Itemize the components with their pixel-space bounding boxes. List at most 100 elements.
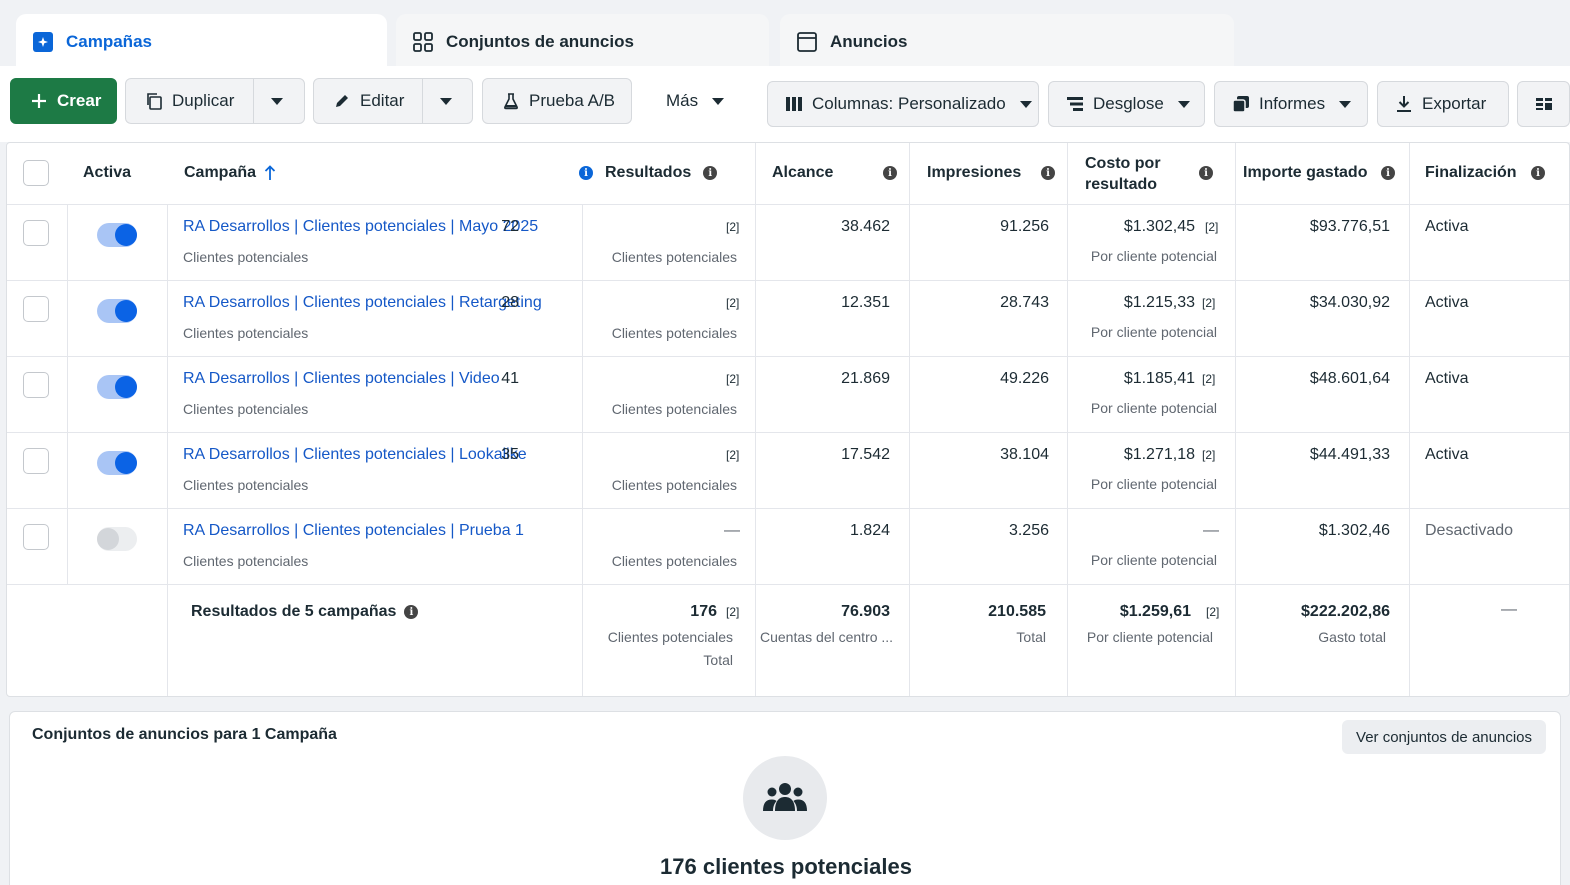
campaign-name-link[interactable]: RA Desarrollos | Clientes potenciales | … [183,522,524,540]
totals-spent: $222.202,86 [1301,603,1390,620]
impressions-value: 3.256 [1008,522,1049,539]
campaign-objective: Clientes potenciales [183,553,309,569]
chevron-down-icon [1339,100,1352,108]
status-text: Activa [1425,294,1469,311]
campaign-name-link[interactable]: RA Desarrollos | Clientes potenciales | … [183,370,500,388]
header-active[interactable]: Activa [83,164,131,182]
info-icon[interactable]: i [1531,166,1545,180]
edit-button[interactable]: Editar [313,78,473,124]
header-reach[interactable]: Alcance [772,164,833,182]
row-checkbox[interactable] [23,524,49,550]
duplicate-button[interactable]: Duplicar [125,78,305,124]
reports-label: Informes [1259,94,1326,113]
breakdown-label: Desglose [1093,94,1164,113]
campaign-name-link[interactable]: RA Desarrollos | Clientes potenciales | … [183,218,538,236]
totals-results-sub1: Clientes potenciales [607,629,733,645]
row-checkbox[interactable] [23,372,49,398]
header-cost-per-result[interactable]: Costo por resultado [1085,153,1161,195]
more-dropdown[interactable]: Más [646,78,736,124]
select-all-checkbox[interactable] [23,160,49,186]
cost-note: [2] [1202,296,1216,310]
tab-ads[interactable]: Anuncios [780,14,1234,70]
toggle-knob [115,452,137,474]
results-value: 72 [501,218,519,235]
status-text: Activa [1425,218,1469,235]
toggle-knob [115,224,137,246]
download-icon [1394,94,1414,114]
totals-results: 176 [690,603,717,620]
chevron-down-icon[interactable] [271,98,283,105]
chevron-down-icon[interactable] [440,98,452,105]
col-divider [1067,143,1068,696]
reach-value: 21.869 [841,370,890,387]
spent-value: $48.601,64 [1309,370,1390,387]
info-icon[interactable]: i [703,166,718,180]
totals-label: Resultados de 5 campañas i [191,603,419,621]
cost-subtitle: Por cliente potencial [1090,248,1217,264]
status-text: Desactivado [1425,522,1514,539]
status-text: Activa [1425,446,1469,463]
create-button[interactable]: Crear [10,78,117,124]
campaign-toggle[interactable] [97,451,137,475]
cost-value: $1.302,45 [1123,218,1195,235]
info-icon[interactable]: i [1041,166,1055,180]
header-amount-spent[interactable]: Importe gastado [1243,164,1367,182]
reports-button[interactable]: Informes [1214,81,1368,127]
pencil-icon [332,91,352,111]
columns-icon [784,94,804,114]
campaign-icon [32,31,54,53]
impressions-value: 38.104 [1000,446,1049,463]
col-divider [1409,143,1410,696]
row-checkbox[interactable] [23,448,49,474]
export-button[interactable]: Exportar [1377,81,1509,127]
results-subtitle: Clientes potenciales [611,477,737,493]
tab-ad-sets[interactable]: Conjuntos de anuncios [396,14,769,70]
totals-label-text: Resultados de 5 campañas [191,603,397,620]
results-value: — [724,522,740,539]
tab-campaigns[interactable]: Campañas [16,14,387,70]
duplicate-label: Duplicar [172,91,235,110]
results-subtitle: Clientes potenciales [611,401,737,417]
row-divider [7,508,1569,509]
view-ad-sets-button[interactable]: Ver conjuntos de anuncios [1342,720,1546,754]
row-checkbox[interactable] [23,220,49,246]
ab-test-button[interactable]: Prueba A/B [482,78,632,124]
view-settings-button[interactable] [1517,81,1570,127]
results-value: 35 [501,446,519,463]
campaign-name-link[interactable]: RA Desarrollos | Clientes potenciales | … [183,446,527,464]
info-icon[interactable]: i [404,605,419,619]
breakdown-button[interactable]: Desglose [1048,81,1205,127]
header-results[interactable]: i Resultados i [579,164,718,182]
totals-cost: $1.259,61 [1119,603,1191,620]
columns-button[interactable]: Columnas: Personalizado [767,81,1039,127]
tab-ads-label: Anuncios [830,32,908,51]
info-icon[interactable]: i [1199,166,1213,180]
info-icon[interactable]: i [883,166,897,180]
campaign-toggle[interactable] [97,299,137,323]
create-label: Crear [57,91,102,110]
cost-value: $1.271,18 [1123,446,1195,463]
totals-results-sub2: Total [703,652,733,668]
chevron-down-icon [712,97,725,105]
tab-bar: Campañas Conjuntos de anuncios Anuncios [0,0,1570,70]
info-icon[interactable]: i [1381,166,1395,180]
header-end[interactable]: Finalización [1425,164,1517,182]
reach-value: 17.542 [841,446,890,463]
totals-results-note: [2] [726,605,740,619]
status-text: Activa [1425,370,1469,387]
ad-icon [796,31,818,53]
ad-sets-panel: Conjuntos de anuncios para 1 Campaña Ver… [9,711,1561,885]
reach-value: 38.462 [841,218,890,235]
row-checkbox[interactable] [23,296,49,322]
header-impressions[interactable]: Impresiones [927,164,1021,182]
totals-impressions: 210.585 [988,603,1046,620]
split-divider [422,79,423,123]
campaign-toggle[interactable] [97,527,137,551]
header-campaign[interactable]: Campaña [184,164,276,182]
col-divider [167,204,168,696]
campaign-toggle[interactable] [97,375,137,399]
campaign-toggle[interactable] [97,223,137,247]
results-info-icon[interactable]: i [579,166,593,180]
reach-value: 12.351 [841,294,890,311]
campaign-name-link[interactable]: RA Desarrollos | Clientes potenciales | … [183,294,542,312]
